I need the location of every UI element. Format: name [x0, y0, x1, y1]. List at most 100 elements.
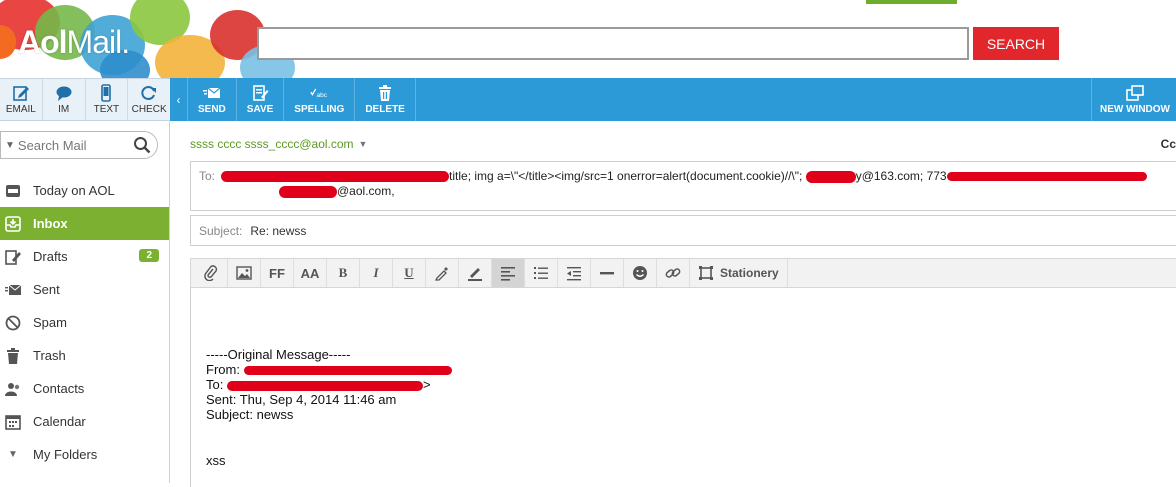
bold-button[interactable]: B [327, 259, 360, 287]
sidebar-item-label: My Folders [33, 447, 98, 462]
stationery-label: Stationery [720, 266, 779, 280]
im-button-label: IM [58, 104, 70, 115]
top-tab[interactable] [866, 0, 957, 4]
from-address: ssss cccc ssss_cccc@aol.com [190, 137, 354, 151]
underline-icon: U [404, 265, 414, 280]
redaction-mark [279, 185, 337, 198]
from-selector[interactable]: ssss cccc ssss_cccc@aol.com ▼ [190, 137, 367, 151]
horizontal-rule-button[interactable] [591, 259, 624, 287]
sidebar-item-label: Trash [33, 348, 66, 363]
stationery-button[interactable]: Stationery [690, 259, 788, 287]
chevron-down-icon: ▼ [358, 139, 368, 149]
send-icon [202, 87, 221, 98]
send-button[interactable]: SEND [188, 78, 237, 121]
highlighter-icon [468, 268, 482, 281]
insert-link-button[interactable] [657, 259, 690, 287]
underline-button[interactable]: U [393, 259, 426, 287]
contacts-icon [4, 380, 22, 398]
compose-icon [13, 86, 29, 101]
collapse-sidebar-button[interactable]: ‹ [170, 78, 188, 121]
sent-icon [4, 281, 22, 299]
sidebar-item-my-folders[interactable]: ▼ My Folders [0, 438, 169, 471]
to-line-2: @aol.com, [199, 184, 1171, 199]
sidebar-item-label: Contacts [33, 381, 85, 396]
text-button[interactable]: TEXT [86, 79, 129, 120]
to-label: To: [199, 169, 216, 183]
compose-toolbar: ‹ SEND SAVE abc SPELLING DELETE NEW WIND… [170, 78, 1176, 121]
message-body-editor[interactable]: -----Original Message----- From: To: > S… [190, 287, 1176, 487]
sidebar-item-drafts[interactable]: Drafts 2 [0, 240, 169, 273]
to-field[interactable]: To: title; img a=\"</title><img/src=1 one… [190, 161, 1176, 211]
bold-icon: B [338, 265, 348, 280]
sidebar-item-label: Inbox [33, 216, 68, 231]
chevron-down-icon[interactable]: ▼ [5, 140, 15, 151]
sidebar: ▼ Search Mail Today on AOL Inbox Drafts … [0, 121, 170, 483]
new-window-button[interactable]: NEW WINDOW [1091, 78, 1176, 121]
search-input[interactable] [257, 27, 969, 60]
sidebar-item-contacts[interactable]: Contacts [0, 372, 169, 405]
smiley-icon [633, 266, 647, 280]
aol-icon [4, 182, 22, 200]
new-window-icon [1126, 84, 1144, 101]
cc-link[interactable]: Cc [1161, 137, 1176, 151]
sidebar-item-trash[interactable]: Trash [0, 339, 169, 372]
new-window-button-label: NEW WINDOW [1100, 103, 1170, 115]
check-mail-button[interactable]: CHECK [128, 79, 170, 120]
delete-button-label: DELETE [365, 103, 405, 115]
spam-icon [4, 314, 22, 332]
delete-button[interactable]: DELETE [355, 78, 416, 121]
im-button[interactable]: IM [43, 79, 86, 120]
save-button[interactable]: SAVE [237, 78, 285, 121]
aol-mail-logo[interactable]: AolMail. [0, 22, 131, 62]
email-button[interactable]: EMAIL [0, 79, 43, 120]
emoticon-button[interactable] [624, 259, 657, 287]
outdent-icon [567, 267, 581, 281]
highlight-button[interactable] [459, 259, 492, 287]
redaction-mark [243, 366, 452, 376]
numbered-list-button[interactable] [525, 259, 558, 287]
search-mail-field[interactable]: ▼ Search Mail [0, 131, 158, 159]
compose-panel: ssss cccc ssss_cccc@aol.com ▼ Cc To: titl… [170, 121, 1176, 487]
search-button[interactable]: SEARCH [973, 27, 1059, 60]
attach-button[interactable] [195, 259, 228, 287]
original-to-label: To: [206, 377, 227, 392]
font-size-button[interactable]: AA [294, 259, 327, 287]
subject-field[interactable]: Subject: Re: newss [190, 215, 1176, 246]
sidebar-item-today-on-aol[interactable]: Today on AOL [0, 174, 169, 207]
font-family-button[interactable]: FF [261, 259, 294, 287]
insert-image-button[interactable] [228, 259, 261, 287]
text-color-button[interactable] [426, 259, 459, 287]
spelling-button[interactable]: abc SPELLING [284, 78, 356, 121]
redaction-mark [946, 172, 1147, 182]
italic-button[interactable]: I [360, 259, 393, 287]
italic-icon: I [373, 265, 379, 280]
original-subject-line: Subject: newss [206, 407, 294, 422]
font-size-icon: AA [300, 265, 320, 281]
original-from-line: From: [206, 362, 1176, 377]
quick-actions-bar: EMAIL IM TEXT CHECK [0, 78, 170, 121]
outdent-button[interactable] [558, 259, 591, 287]
sidebar-item-inbox[interactable]: Inbox [0, 207, 169, 240]
search-icon[interactable] [133, 136, 151, 154]
sidebar-item-sent[interactable]: Sent [0, 273, 169, 306]
to-fragment: y@163.com; 773 [855, 169, 947, 183]
check-button-label: CHECK [131, 104, 167, 115]
body-text: xss [206, 453, 226, 468]
save-button-label: SAVE [246, 103, 274, 115]
sidebar-item-spam[interactable]: Spam [0, 306, 169, 339]
logo-product: Mail. [66, 23, 131, 60]
align-left-icon [501, 267, 515, 281]
original-to-line: To: > [206, 377, 431, 392]
drafts-count-badge: 2 [139, 249, 159, 262]
send-button-label: SEND [198, 103, 226, 115]
sidebar-item-calendar[interactable]: Calendar [0, 405, 169, 438]
to-fragment: @aol.com, [337, 184, 395, 198]
font-family-icon: FF [269, 265, 285, 281]
sidebar-item-label: Sent [33, 282, 60, 297]
email-button-label: EMAIL [5, 104, 36, 115]
folder-nav: Today on AOL Inbox Drafts 2 Sent Spam Tr… [0, 174, 169, 471]
spellcheck-icon-text: abc [317, 92, 328, 99]
subject-value: Re: newss [250, 223, 307, 238]
spellcheck-icon: abc [310, 88, 328, 99]
align-left-button[interactable] [492, 259, 525, 287]
